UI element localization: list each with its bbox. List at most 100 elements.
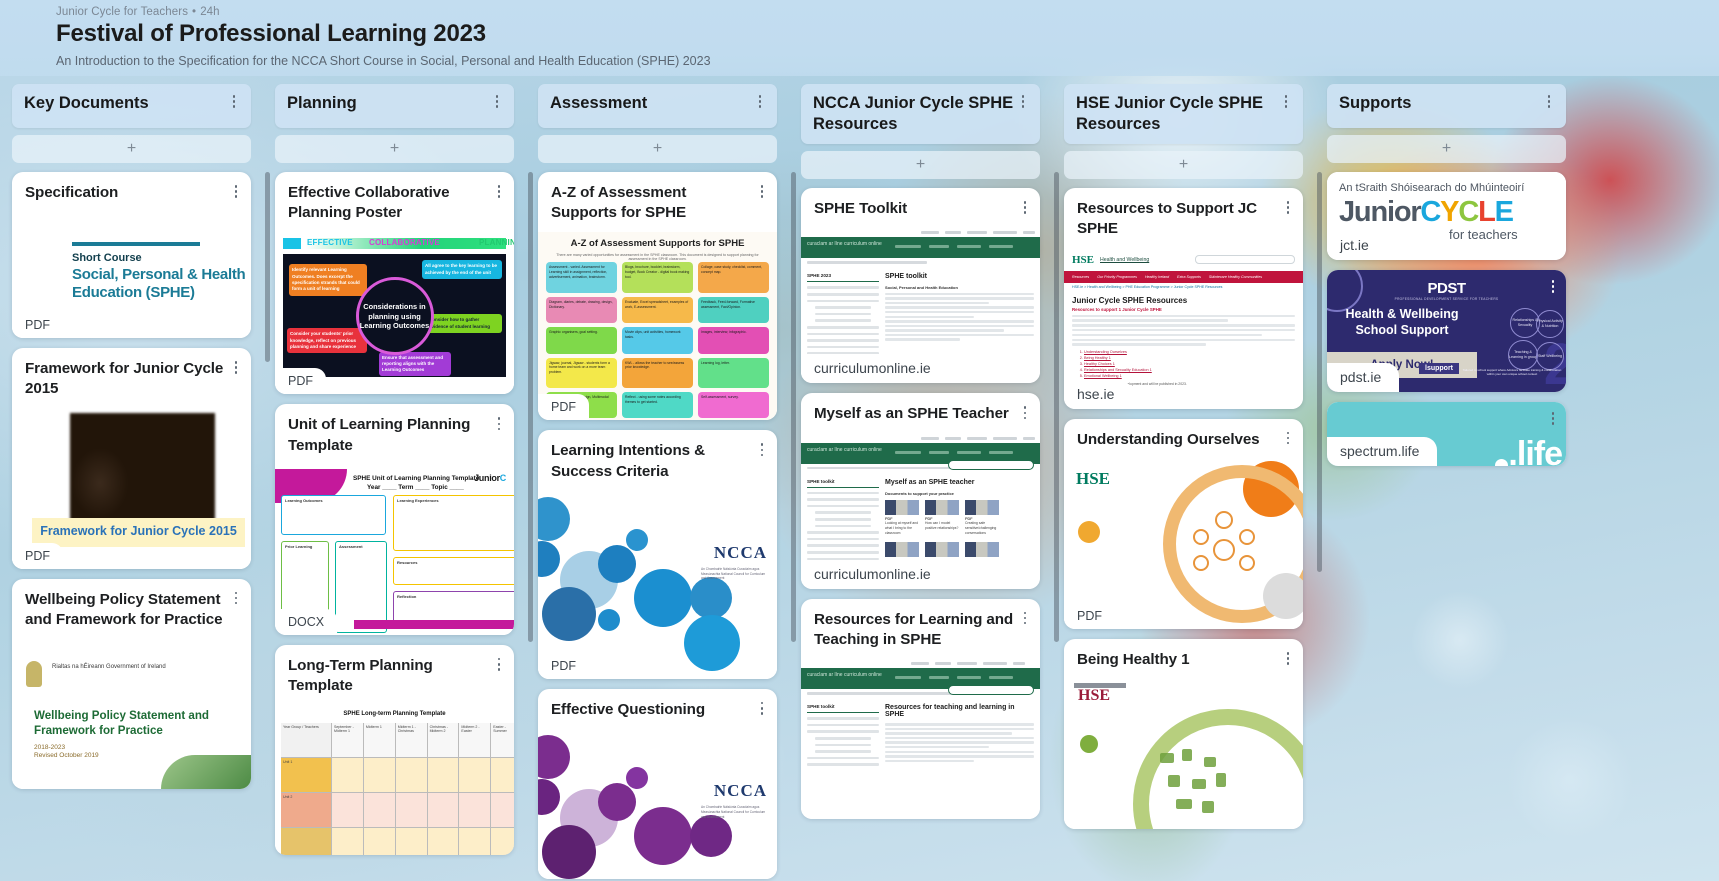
nav-item[interactable]: Resources (1072, 275, 1089, 279)
cover-bubble (538, 779, 560, 816)
nav-item[interactable]: Extra Supports (1177, 275, 1201, 279)
card-menu-icon[interactable] (492, 415, 506, 455)
add-card-button[interactable]: + (801, 151, 1040, 180)
unit-list-item[interactable]: Relationships and Sexuality Education 1 (1084, 368, 1295, 372)
card-menu-icon[interactable] (1281, 199, 1295, 239)
card-title: Understanding Ourselves (1077, 430, 1260, 448)
cover-rule (72, 242, 200, 247)
site-search-input[interactable] (1195, 254, 1295, 264)
unit-list-item[interactable]: Being Healthy 1 (1084, 356, 1295, 360)
document-tile[interactable] (965, 542, 999, 558)
card-being-healthy-1[interactable]: Being Healthy 1 HSE (1064, 638, 1303, 830)
column-header[interactable]: Assessment (538, 84, 777, 128)
card-learning-intentions-success-criteria[interactable]: Learning Intentions & Success Criteria N… (538, 430, 777, 679)
column-header[interactable]: Key Documents (12, 84, 251, 128)
column-menu-icon[interactable] (227, 93, 241, 108)
column-menu-icon[interactable] (1542, 93, 1556, 108)
column-scrollbar[interactable] (528, 172, 533, 642)
card-myself-as-an-sphe-teacher[interactable]: Myself as an SPHE Teacher curaclam ar lí… (801, 393, 1040, 589)
document-tile[interactable]: PDF How can I model positive relationshi… (925, 499, 959, 536)
card-header: Effective Collaborative Planning Poster (275, 172, 514, 232)
card-menu-icon[interactable] (229, 359, 243, 399)
document-tile[interactable]: PDF Looking at myself and what I bring t… (885, 499, 919, 536)
card-effective-questioning[interactable]: Effective Questioning NCCA An Chomhairle… (538, 688, 777, 880)
unit-list-item[interactable]: Emotional Wellbeing 1 (1084, 374, 1295, 378)
card-spectrum-life[interactable]: .life spectrum.life (1327, 402, 1566, 466)
card-menu-icon[interactable] (492, 656, 506, 696)
cover-heading: SPHE Unit of Learning Planning Template (353, 474, 480, 482)
card-menu-icon[interactable] (755, 183, 769, 223)
card-menu-icon[interactable] (1546, 278, 1560, 293)
card-pdst-ie[interactable]: 2 PDST PROFESSIONAL DEVELOPMENT SERVICE … (1327, 270, 1566, 392)
card-menu-icon[interactable] (1018, 610, 1032, 650)
column-header[interactable]: NCCA Junior Cycle SPHE Resources (801, 84, 1040, 145)
document-tile[interactable]: PDF Creating safe sensitive/challenging … (965, 499, 999, 536)
column-menu-icon[interactable] (490, 93, 504, 108)
site-header-bar: curaclam ar líne curriculum online (801, 237, 1040, 259)
cover-ring (1133, 709, 1303, 830)
cover-bubble (690, 576, 732, 619)
card-menu-icon[interactable] (755, 700, 769, 720)
pdf-cover-preview: NCCA An Chomhairle Náisiúnta Curaclaim a… (538, 490, 777, 679)
column-scrollbar[interactable] (1317, 172, 1322, 572)
card-menu-icon[interactable] (1281, 430, 1295, 450)
site-main: Resources for teaching and learning in S… (885, 704, 1034, 770)
file-type-badge: PDF (1064, 602, 1115, 629)
card-menu-icon[interactable] (1018, 404, 1032, 424)
card-menu-icon[interactable] (1281, 650, 1295, 670)
site-search-input[interactable] (948, 459, 1034, 470)
site-search-input[interactable] (948, 685, 1034, 696)
unit-list-item[interactable]: Understanding Ourselves (1084, 350, 1295, 354)
jct-logo-word-a: Junior (1339, 196, 1422, 228)
column-menu-icon[interactable] (1016, 93, 1030, 108)
card-effective-collaborative-planning-poster[interactable]: Effective Collaborative Planning Poster … (275, 172, 514, 395)
site-main-title: Myself as an SPHE teacher (885, 478, 975, 486)
cover-subheading: Year ____ Term ____ Topic ____ (367, 483, 464, 491)
nav-item[interactable]: Our Priority Programmes (1097, 275, 1137, 279)
document-tile[interactable] (925, 542, 959, 558)
column-menu-icon[interactable] (1279, 93, 1293, 108)
card-menu-icon[interactable] (1546, 410, 1560, 425)
card-sphe-toolkit[interactable]: SPHE Toolkit curaclam ar líne curriculum… (801, 188, 1040, 384)
doc-label: Creating safe sensitive/challenging conv… (965, 520, 997, 535)
card-framework-for-junior-cycle-2015[interactable]: Framework for Junior Cycle 2015 Framewor… (12, 348, 251, 569)
pdst-logo-subtitle: PROFESSIONAL DEVELOPMENT SERVICE FOR TEA… (1394, 297, 1499, 301)
cover-bubble (598, 783, 636, 822)
card-specification[interactable]: Specification Short Course Social, Perso… (12, 172, 251, 339)
card-menu-icon[interactable] (229, 183, 243, 203)
card-jct-ie[interactable]: An tSraith Shóisearach do Mhúinteoirí Ju… (1327, 172, 1566, 260)
card-menu-icon[interactable] (1018, 199, 1032, 219)
add-card-button[interactable]: + (1327, 135, 1566, 163)
grid-cell: Collage, case study, checklist, comment,… (698, 262, 769, 294)
nav-item[interactable]: Sláintecare Healthy Communities (1209, 275, 1262, 279)
table-col-header: Midterm 1 (363, 723, 395, 758)
unit-list-item[interactable]: Healthy Choices 1 (1084, 362, 1295, 366)
card-menu-icon[interactable] (229, 590, 243, 630)
card-unit-of-learning-planning-template[interactable]: Unit of Learning Planning Template SPHE … (275, 404, 514, 635)
card-wellbeing-policy-statement[interactable]: Wellbeing Policy Statement and Framework… (12, 578, 251, 790)
document-tile[interactable] (885, 542, 919, 558)
add-card-button[interactable]: + (1064, 151, 1303, 180)
card-a-z-of-assessment-supports[interactable]: A-Z of Assessment Supports for SPHE A-Z … (538, 172, 777, 421)
board-timestamp: 24h (200, 6, 220, 18)
card-long-term-planning-template[interactable]: Long-Term Planning Template SPHE Long-te… (275, 644, 514, 856)
add-card-button[interactable]: + (538, 135, 777, 163)
cover-bubble (690, 815, 732, 858)
card-menu-icon[interactable] (755, 441, 769, 481)
column-header[interactable]: Supports (1327, 84, 1566, 128)
grid-cell: Self-assessment, survey. (698, 392, 769, 419)
nav-item[interactable]: Healthy Ireland (1145, 275, 1169, 279)
card-resources-to-support-jc-sphe[interactable]: Resources to Support JC SPHE HSE Health … (1064, 188, 1303, 409)
column-scrollbar[interactable] (791, 172, 796, 642)
card-menu-icon[interactable] (492, 183, 506, 223)
add-card-button[interactable]: + (12, 135, 251, 163)
column-menu-icon[interactable] (753, 93, 767, 108)
add-card-button[interactable]: + (275, 135, 514, 163)
column-header[interactable]: Planning (275, 84, 514, 128)
card-resources-for-learning-and-teaching-in-sphe[interactable]: Resources for Learning and Teaching in S… (801, 598, 1040, 820)
card-understanding-ourselves[interactable]: Understanding Ourselves HSE PDF (1064, 418, 1303, 629)
column-scrollbar[interactable] (1054, 172, 1059, 642)
column-header[interactable]: HSE Junior Cycle SPHE Resources (1064, 84, 1303, 145)
grid-cell: Learning log, letter. (698, 357, 769, 389)
column-scrollbar[interactable] (265, 172, 270, 362)
